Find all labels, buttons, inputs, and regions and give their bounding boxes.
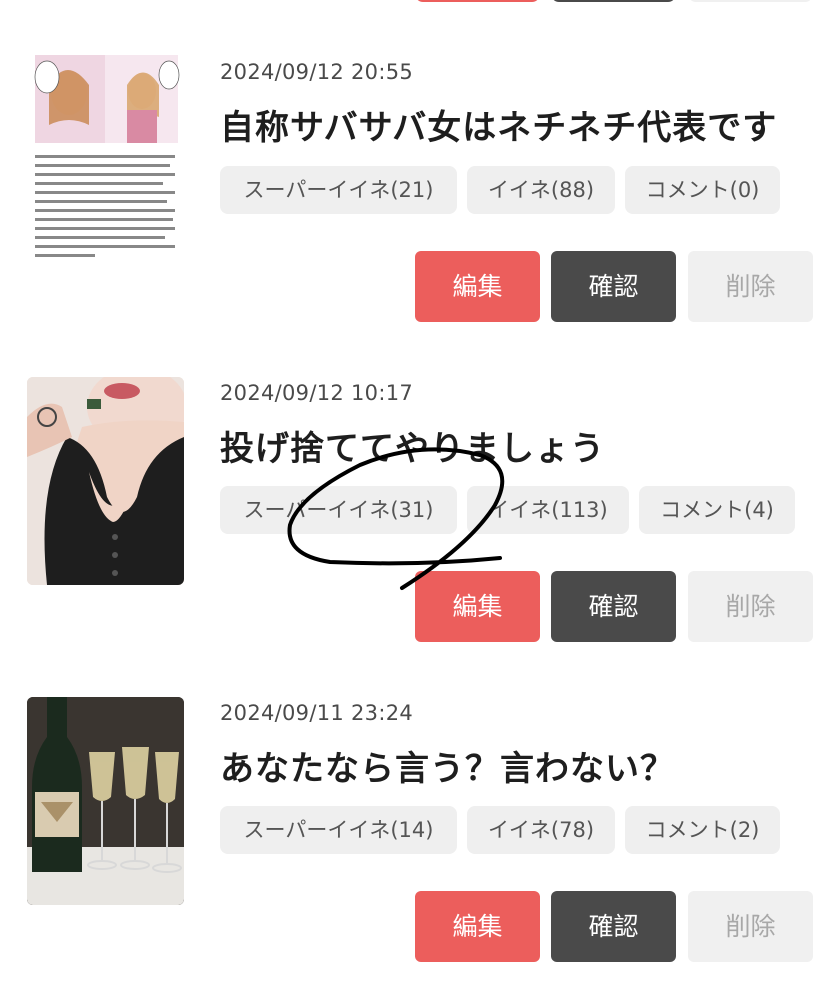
- post-item: 2024/09/12 20:55 自称サバサバ女はネチネチ代表です スーパーイイ…: [0, 0, 840, 322]
- champagne-photo-image: [27, 697, 184, 905]
- delete-button[interactable]: 削除: [688, 251, 813, 322]
- check-button[interactable]: 確認: [551, 891, 676, 962]
- super-like-count: スーパーイイネ(14): [220, 806, 457, 854]
- post-item: 2024/09/12 10:17 投げ捨ててやりましょう スーパーイイネ(31)…: [0, 320, 840, 642]
- post-thumbnail-photo[interactable]: [27, 377, 184, 585]
- post-action-row: 編集 確認 削除: [0, 891, 840, 962]
- like-count: イイネ(113): [467, 486, 629, 534]
- check-button[interactable]: 確認: [551, 571, 676, 642]
- edit-button[interactable]: 編集: [415, 571, 540, 642]
- delete-button[interactable]: 削除: [688, 571, 813, 642]
- post-title[interactable]: あなたなら言う？言わない？: [220, 741, 675, 790]
- edit-button[interactable]: 編集: [415, 891, 540, 962]
- comment-count: コメント(0): [625, 166, 780, 214]
- comment-count: コメント(4): [639, 486, 795, 534]
- super-like-count: スーパーイイネ(31): [220, 486, 457, 534]
- like-count: イイネ(78): [467, 806, 615, 854]
- delete-button[interactable]: 削除: [688, 891, 813, 962]
- post-title[interactable]: 投げ捨ててやりましょう: [220, 421, 605, 470]
- post-item: 2024/09/11 23:24 あなたなら言う？言わない？ スーパーイイネ(1…: [0, 640, 840, 962]
- edit-button[interactable]: 編集: [415, 251, 540, 322]
- post-action-row: 編集 確認 削除: [0, 251, 840, 322]
- check-button[interactable]: 確認: [551, 251, 676, 322]
- post-title[interactable]: 自称サバサバ女はネチネチ代表です: [220, 100, 777, 149]
- manga-illustration-image: [34, 55, 180, 257]
- post-thumbnail-manga[interactable]: [27, 55, 184, 263]
- post-thumbnail-photo[interactable]: [27, 697, 184, 905]
- like-count: イイネ(88): [467, 166, 615, 214]
- post-action-row: 編集 確認 削除: [0, 571, 840, 642]
- post-date: 2024/09/12 10:17: [220, 381, 414, 405]
- post-date: 2024/09/12 20:55: [220, 60, 414, 84]
- post-date: 2024/09/11 23:24: [220, 701, 414, 725]
- super-like-count: スーパーイイネ(21): [220, 166, 457, 214]
- portrait-photo-image: [27, 377, 184, 585]
- comment-count: コメント(2): [625, 806, 780, 854]
